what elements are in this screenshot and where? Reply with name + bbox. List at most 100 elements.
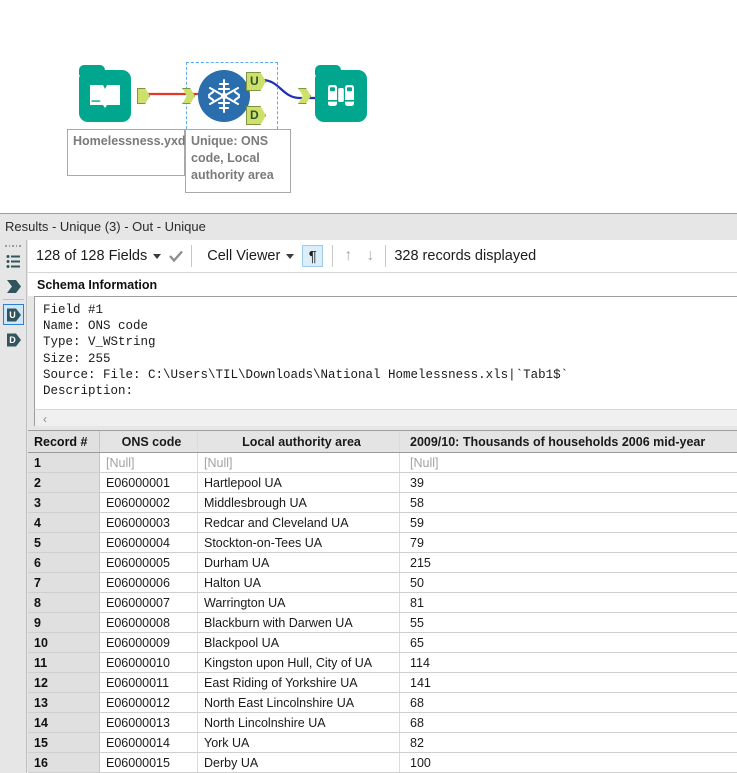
cell-val[interactable]: 100 — [400, 753, 737, 772]
sidebar-item-list-view[interactable] — [3, 251, 24, 272]
cell-n[interactable]: 15 — [28, 733, 100, 752]
cell-ons[interactable]: E06000014 — [100, 733, 198, 752]
cell-ons[interactable]: E06000004 — [100, 533, 198, 552]
cell-val[interactable]: 141 — [400, 673, 737, 692]
cell-val[interactable]: 58 — [400, 493, 737, 512]
table-row[interactable]: 16 E06000015 Derby UA 100 — [28, 753, 737, 773]
cell-n[interactable]: 5 — [28, 533, 100, 552]
cell-val[interactable]: 39 — [400, 473, 737, 492]
cell-area[interactable]: [Null] — [198, 453, 400, 472]
cell-ons[interactable]: E06000001 — [100, 473, 198, 492]
cell-area[interactable]: Derby UA — [198, 753, 400, 772]
cell-ons[interactable]: [Null] — [100, 453, 198, 472]
pilcrow-toggle-button[interactable]: ¶ — [302, 245, 324, 267]
cell-val[interactable]: 82 — [400, 733, 737, 752]
rail-grip-handle[interactable] — [5, 243, 21, 248]
cell-ons[interactable]: E06000009 — [100, 633, 198, 652]
cell-area[interactable]: Stockton-on-Tees UA — [198, 533, 400, 552]
cell-ons[interactable]: E06000010 — [100, 653, 198, 672]
table-row[interactable]: 15 E06000014 York UA 82 — [28, 733, 737, 753]
cell-area[interactable]: Warrington UA — [198, 593, 400, 612]
column-header-local-authority-area[interactable]: Local authority area — [198, 431, 400, 452]
sidebar-item-output-anchor-u[interactable]: U — [3, 304, 24, 325]
cell-val[interactable]: 55 — [400, 613, 737, 632]
table-row[interactable]: 7 E06000006 Halton UA 50 — [28, 573, 737, 593]
fields-selector[interactable]: 128 of 128 Fields — [28, 240, 167, 272]
table-row[interactable]: 3 E06000002 Middlesbrough UA 58 — [28, 493, 737, 513]
table-row[interactable]: 12 E06000011 East Riding of Yorkshire UA 14… — [28, 673, 737, 693]
cell-area[interactable]: Blackpool UA — [198, 633, 400, 652]
cell-ons[interactable]: E06000008 — [100, 613, 198, 632]
table-row[interactable]: 14 E06000013 North Lincolnshire UA 68 — [28, 713, 737, 733]
table-row[interactable]: 5 E06000004 Stockton-on-Tees UA 79 — [28, 533, 737, 553]
cell-area[interactable]: North Lincolnshire UA — [198, 713, 400, 732]
sort-descending-icon[interactable]: ↓ — [359, 245, 381, 267]
cell-ons[interactable]: E06000012 — [100, 693, 198, 712]
cell-ons[interactable]: E06000006 — [100, 573, 198, 592]
cell-val[interactable]: 81 — [400, 593, 737, 612]
table-row[interactable]: 13 E06000012 North East Lincolnshire UA 68 — [28, 693, 737, 713]
cell-n[interactable]: 4 — [28, 513, 100, 532]
table-row[interactable]: 4 E06000003 Redcar and Cleveland UA 59 — [28, 513, 737, 533]
sort-ascending-icon[interactable]: ↑ — [337, 245, 359, 267]
scroll-left-chevron-icon[interactable]: ‹ — [38, 411, 52, 426]
cell-area[interactable]: Durham UA — [198, 553, 400, 572]
apply-check-icon[interactable] — [168, 248, 184, 264]
cell-area[interactable]: East Riding of Yorkshire UA — [198, 673, 400, 692]
table-row[interactable]: 1 [Null] [Null] [Null] — [28, 453, 737, 473]
cell-area[interactable]: Halton UA — [198, 573, 400, 592]
cell-val[interactable]: [Null] — [400, 453, 737, 472]
cell-n[interactable]: 8 — [28, 593, 100, 612]
column-header-record[interactable]: Record # — [28, 431, 100, 452]
cell-val[interactable]: 59 — [400, 513, 737, 532]
schema-horizontal-scrollbar[interactable]: ‹ — [34, 409, 737, 426]
cell-n[interactable]: 2 — [28, 473, 100, 492]
cell-area[interactable]: Hartlepool UA — [198, 473, 400, 492]
cell-ons[interactable]: E06000003 — [100, 513, 198, 532]
cell-area[interactable]: York UA — [198, 733, 400, 752]
table-row[interactable]: 9 E06000008 Blackburn with Darwen UA 55 — [28, 613, 737, 633]
cell-ons[interactable]: E06000011 — [100, 673, 198, 692]
cell-area[interactable]: Redcar and Cleveland UA — [198, 513, 400, 532]
cell-ons[interactable]: E06000002 — [100, 493, 198, 512]
cell-val[interactable]: 114 — [400, 653, 737, 672]
table-row[interactable]: 8 E06000007 Warrington UA 81 — [28, 593, 737, 613]
tool-label-unique[interactable]: Unique: ONS code, Local authority area — [185, 129, 291, 193]
schema-information-body[interactable]: Field #1 Name: ONS code Type: V_WString … — [34, 296, 737, 409]
cell-area[interactable]: Kingston upon Hull, City of UA — [198, 653, 400, 672]
cell-ons[interactable]: E06000013 — [100, 713, 198, 732]
cell-val[interactable]: 65 — [400, 633, 737, 652]
cell-n[interactable]: 6 — [28, 553, 100, 572]
table-row[interactable]: 11 E06000010 Kingston upon Hull, City of U… — [28, 653, 737, 673]
cell-n[interactable]: 14 — [28, 713, 100, 732]
column-header-households[interactable]: 2009/10: Thousands of households 2006 mi… — [400, 431, 737, 452]
cell-val[interactable]: 68 — [400, 713, 737, 732]
results-data-grid[interactable]: Record # ONS code Local authority area 2… — [28, 430, 737, 773]
cell-val[interactable]: 50 — [400, 573, 737, 592]
cell-ons[interactable]: E06000007 — [100, 593, 198, 612]
cell-n[interactable]: 10 — [28, 633, 100, 652]
cell-n[interactable]: 9 — [28, 613, 100, 632]
cell-n[interactable]: 12 — [28, 673, 100, 692]
cell-area[interactable]: Middlesbrough UA — [198, 493, 400, 512]
sidebar-item-output-anchor-d[interactable]: D — [3, 329, 24, 350]
table-row[interactable]: 10 E06000009 Blackpool UA 65 — [28, 633, 737, 653]
sidebar-item-data-anchor[interactable] — [3, 276, 24, 297]
tool-label-input-data[interactable]: Homelessness.yxdb — [67, 129, 193, 176]
cell-ons[interactable]: E06000005 — [100, 553, 198, 572]
cell-area[interactable]: Blackburn with Darwen UA — [198, 613, 400, 632]
workflow-canvas[interactable]: U D Homelessness.yxdb Unique: ONS code, … — [0, 0, 737, 213]
cell-val[interactable]: 68 — [400, 693, 737, 712]
cell-n[interactable]: 11 — [28, 653, 100, 672]
cell-n[interactable]: 3 — [28, 493, 100, 512]
cell-val[interactable]: 215 — [400, 553, 737, 572]
cell-viewer-selector[interactable]: Cell Viewer — [199, 240, 300, 272]
cell-n[interactable]: 16 — [28, 753, 100, 772]
table-row[interactable]: 2 E06000001 Hartlepool UA 39 — [28, 473, 737, 493]
cell-val[interactable]: 79 — [400, 533, 737, 552]
cell-n[interactable]: 13 — [28, 693, 100, 712]
table-row[interactable]: 6 E06000005 Durham UA 215 — [28, 553, 737, 573]
cell-area[interactable]: North East Lincolnshire UA — [198, 693, 400, 712]
cell-n[interactable]: 1 — [28, 453, 100, 472]
column-header-ons-code[interactable]: ONS code — [100, 431, 198, 452]
